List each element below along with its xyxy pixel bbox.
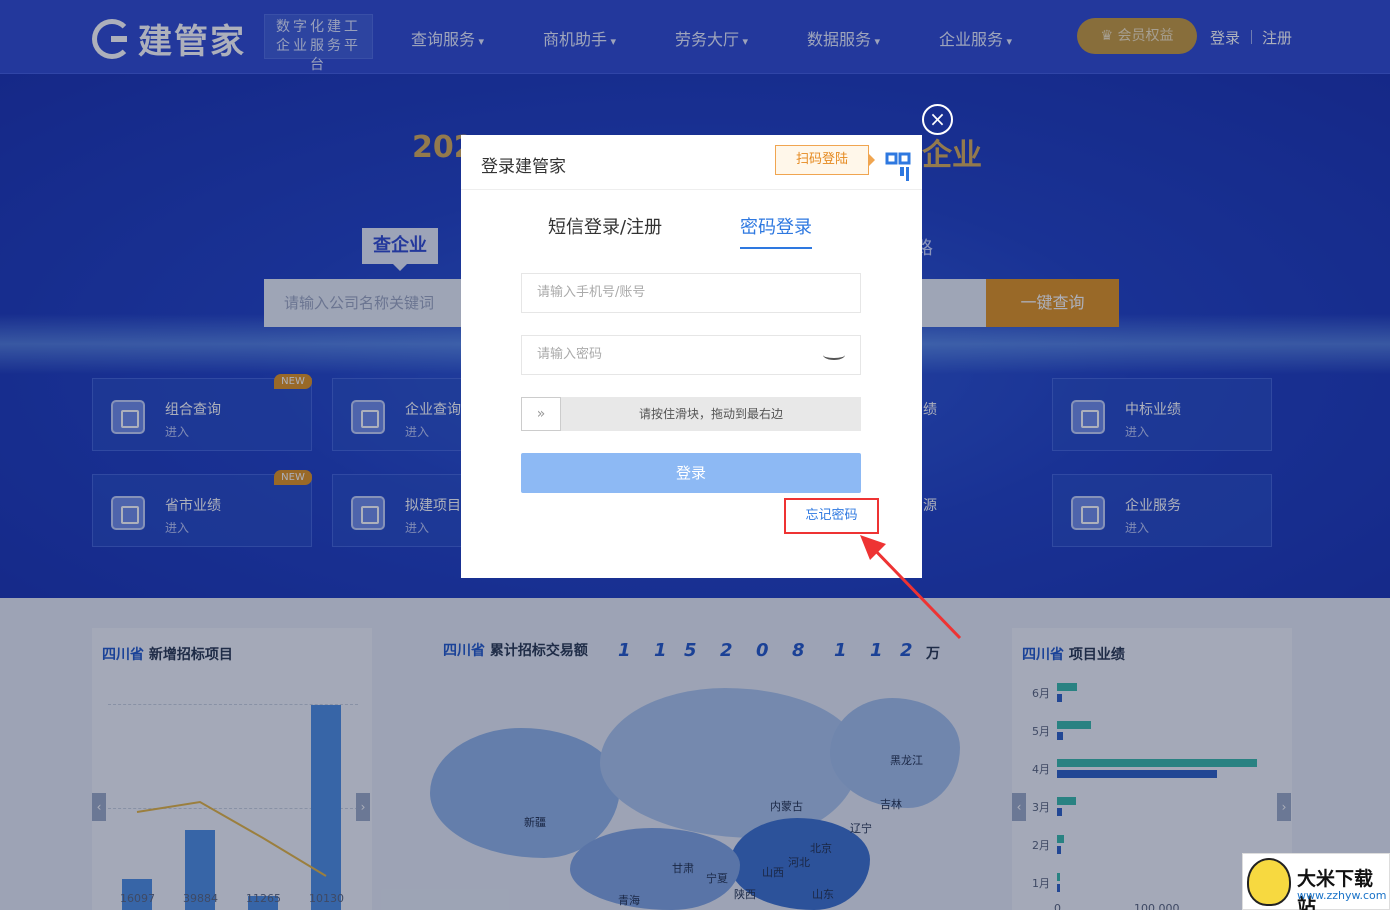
mascot-logo-icon: [1247, 858, 1291, 906]
password-input[interactable]: 请输入密码: [521, 335, 861, 375]
slider-captcha: » 请按住滑块，拖动到最右边: [521, 397, 861, 431]
modal-title: 登录建管家: [481, 157, 566, 177]
tab-sms-login[interactable]: 短信登录/注册: [548, 213, 662, 239]
active-tab-underline: [740, 247, 812, 249]
page: { "header": { "logo_text": "建管家", "sloga…: [0, 0, 1390, 910]
site-watermark: 大米下载站 www.zzhyw.com: [1242, 853, 1390, 910]
annotation-arrow: [860, 535, 962, 640]
phone-account-input[interactable]: 请输入手机号/账号: [521, 273, 861, 313]
qr-code-icon[interactable]: [873, 144, 915, 184]
close-icon[interactable]: ×: [922, 104, 953, 135]
forgot-password-link[interactable]: 忘记密码: [784, 498, 879, 534]
tab-password-login[interactable]: 密码登录: [740, 213, 812, 239]
scan-login-tip[interactable]: 扫码登陆: [775, 145, 875, 175]
modal-divider: [461, 189, 922, 190]
watermark-url: www.zzhyw.com: [1297, 889, 1387, 902]
eye-closed-icon[interactable]: [823, 350, 845, 360]
watermark-name: 大米下载站: [1297, 868, 1374, 910]
login-button[interactable]: 登录: [521, 453, 861, 493]
slider-hint: 请按住滑块，拖动到最右边: [638, 407, 783, 421]
slider-handle[interactable]: »: [521, 397, 561, 431]
